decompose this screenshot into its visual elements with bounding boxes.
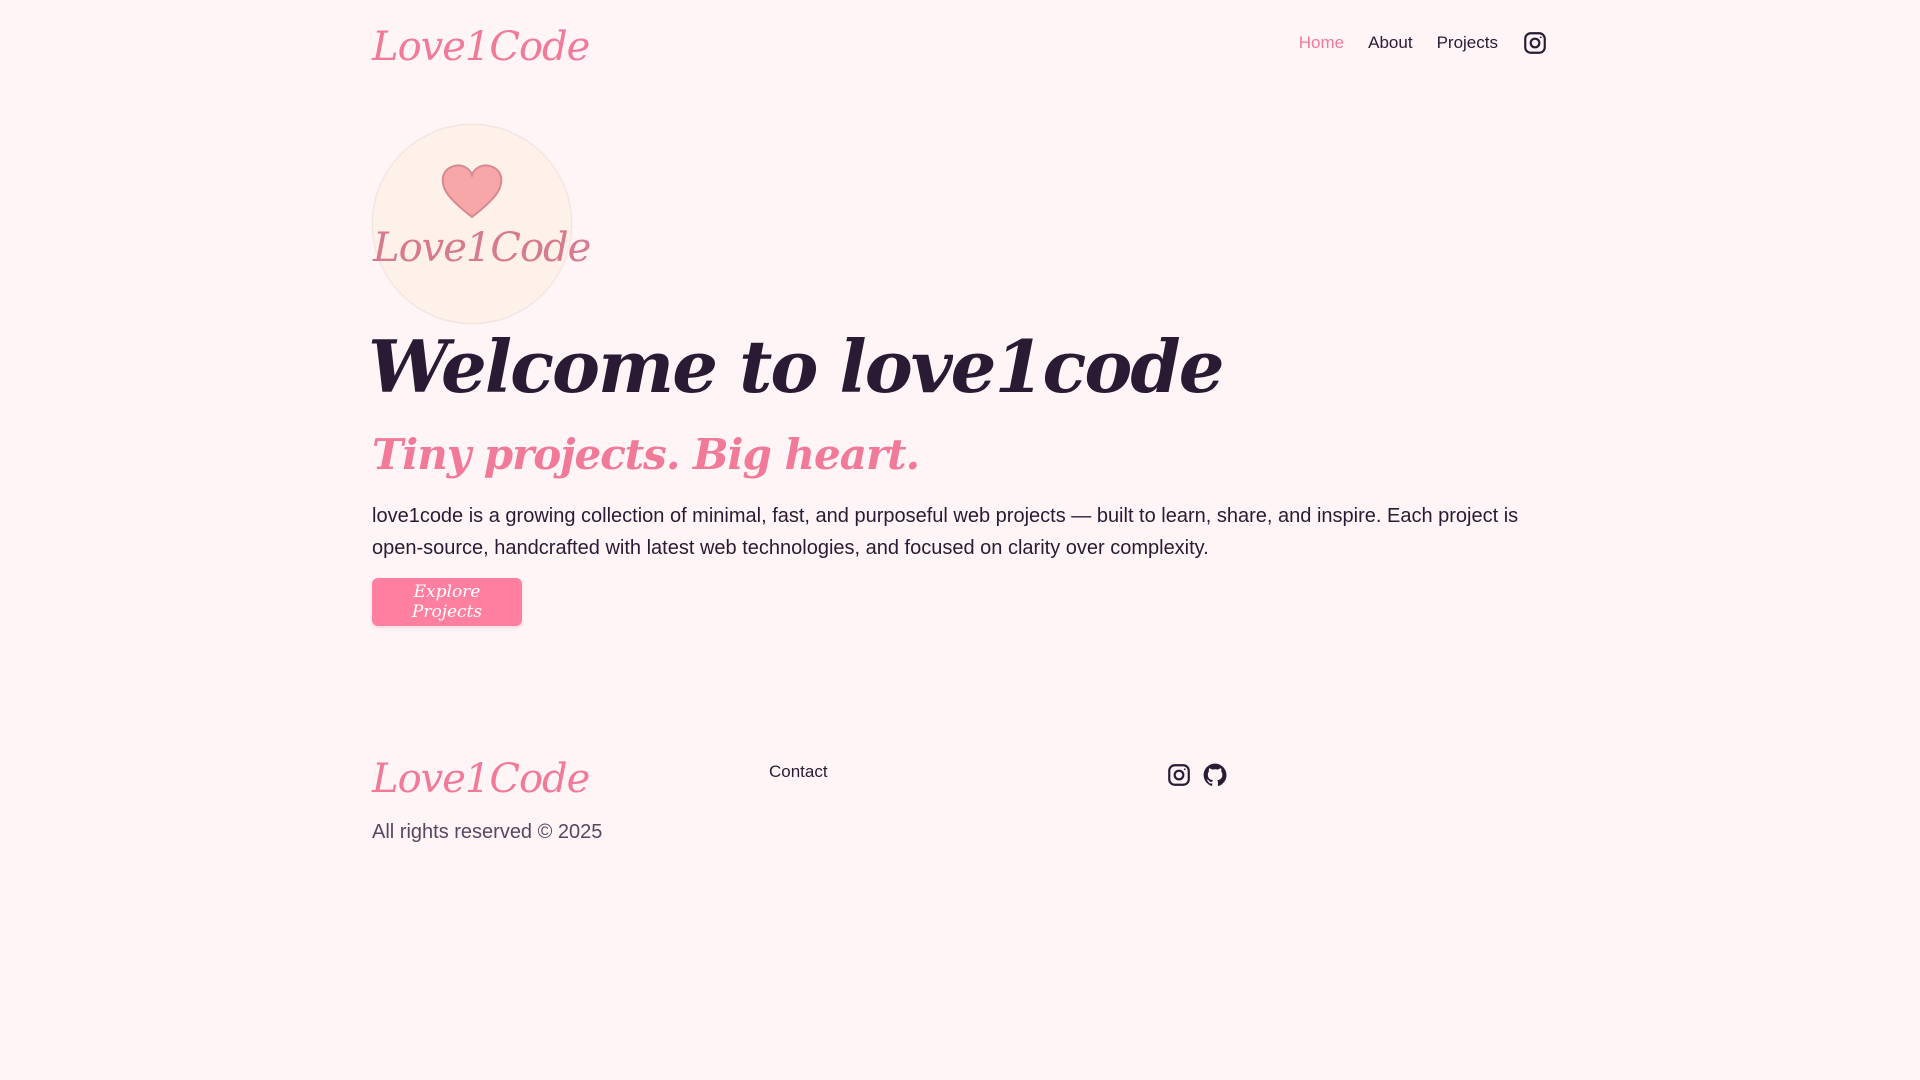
footer-logo[interactable]: Love1Code <box>372 756 590 802</box>
avatar-label: Love1Code <box>373 225 591 271</box>
main-nav: Home About Projects <box>1299 30 1548 56</box>
instagram-icon[interactable] <box>1522 30 1548 56</box>
header-logo[interactable]: Love1Code <box>372 24 590 70</box>
hero-title: Welcome to love1code <box>368 324 1225 409</box>
heart-icon <box>441 164 503 219</box>
footer-copyright: All rights reserved © 2025 <box>372 821 603 843</box>
avatar: Love1Code <box>372 124 591 324</box>
nav-item-about[interactable]: About <box>1368 33 1412 53</box>
footer-social-links <box>1166 762 1228 788</box>
hero-subtitle: Tiny projects. Big heart. <box>372 430 920 479</box>
site-header: Love1Code Home About Projects <box>372 20 1548 80</box>
footer-contact-link[interactable]: Contact <box>769 762 828 782</box>
page: Love1Code Home About Projects Love1Code … <box>0 0 1920 1080</box>
github-icon[interactable] <box>1202 762 1228 788</box>
nav-item-home[interactable]: Home <box>1299 33 1344 53</box>
hero-description: love1code is a growing collection of min… <box>372 505 1519 559</box>
nav-item-projects[interactable]: Projects <box>1437 33 1498 53</box>
instagram-icon[interactable] <box>1166 762 1192 788</box>
explore-projects-button[interactable]: Explore Projects <box>372 578 522 626</box>
